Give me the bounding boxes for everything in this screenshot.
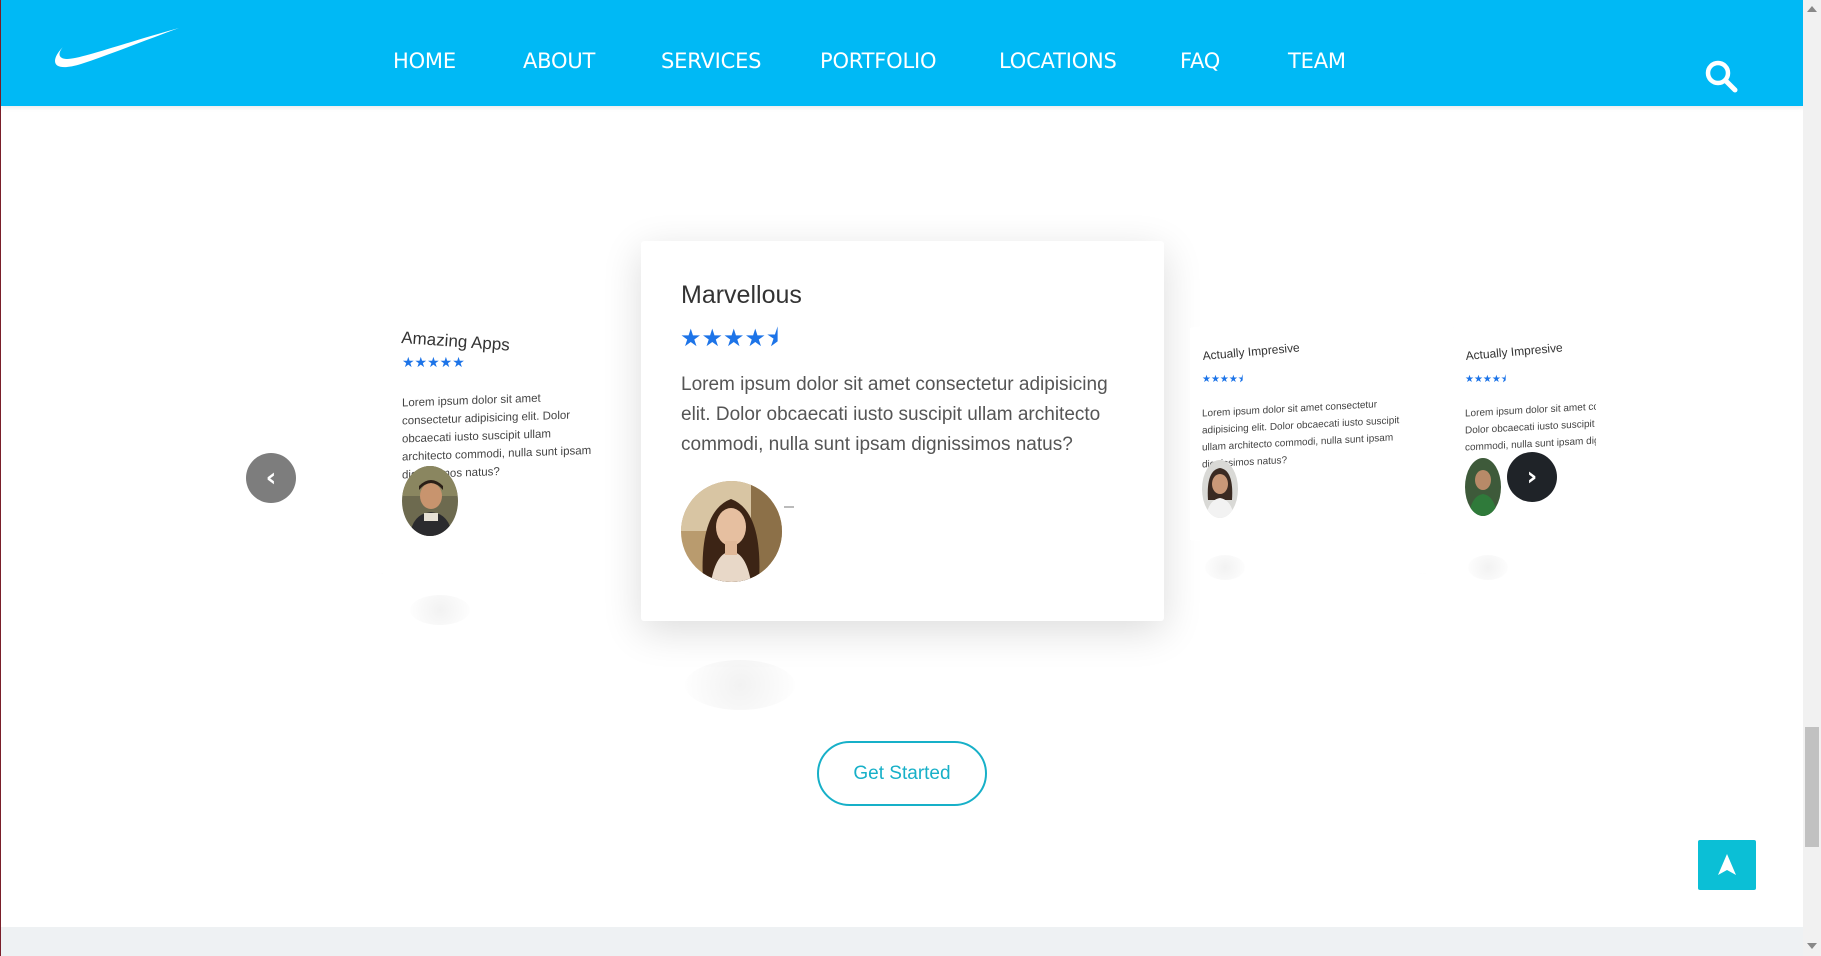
card-reflection [685,660,795,710]
divider [784,506,794,508]
testimonial-title: Marvellous [681,281,802,309]
testimonial-title: Actually Impresive [1202,340,1301,363]
arrow-up-icon [1718,854,1736,875]
testimonial-card[interactable]: Amazing Apps ★★★★★ Lorem ipsum dolor sit… [377,291,613,574]
scroll-down-icon[interactable] [1807,943,1817,949]
back-to-top-button[interactable] [1698,840,1756,890]
nav-portfolio[interactable]: PORTFOLIO [820,49,937,73]
star-rating: ★★★★⯨ [1202,374,1244,385]
nav-locations[interactable]: LOCATIONS [999,49,1117,73]
testimonial-title: Actually Impresive [1465,340,1564,363]
navbar: HOME ABOUT SERVICES PORTFOLIO LOCATIONS … [1,0,1803,106]
testimonial-text: Lorem ipsum dolor sit amet consectetur a… [1202,399,1400,471]
avatar [1465,458,1501,516]
footer-strip [1,927,1803,956]
avatar [1202,460,1238,518]
testimonial-text: Lorem ipsum dolor sit amet consectetur a… [681,374,1108,455]
carousel-next-button[interactable]: › [1507,452,1557,502]
scrollbar-thumb[interactable] [1805,727,1819,847]
get-started-button[interactable]: Get Started [817,741,987,806]
testimonial-carousel: Amazing Apps ★★★★★ Lorem ipsum dolor sit… [300,200,1596,720]
nav-faq[interactable]: FAQ [1180,49,1220,73]
nav-team[interactable]: TEAM [1288,49,1346,73]
testimonial-card[interactable]: Actually Impresive ★★★★⯨ Lorem ipsum dol… [1453,291,1596,574]
card-reflection [1205,555,1245,580]
chevron-left-icon: ‹ [265,463,277,493]
nav-home[interactable]: HOME [393,49,456,73]
avatar [681,481,782,582]
star-rating: ★★★★⯨ [680,325,779,352]
chevron-right-icon: › [1526,462,1538,492]
testimonial-card-active[interactable]: Marvellous ★★★★⯨ Lorem ipsum dolor sit a… [641,241,1164,621]
star-rating: ★★★★★ [402,354,465,370]
avatar [402,466,458,536]
card-reflection [1468,555,1508,580]
main-nav: HOME ABOUT SERVICES PORTFOLIO LOCATIONS … [1,49,1803,79]
page-border [0,0,1,956]
star-rating: ★★★★⯨ [1465,374,1507,385]
search-icon[interactable] [1704,59,1740,95]
nav-about[interactable]: ABOUT [523,49,595,73]
carousel-prev-button[interactable]: ‹ [246,453,296,503]
nav-services[interactable]: SERVICES [661,49,761,73]
scroll-up-icon[interactable] [1807,6,1817,12]
testimonial-title: Amazing Apps [400,328,511,355]
card-reflection [410,595,470,625]
testimonial-card[interactable]: Actually Impresive ★★★★⯨ Lorem ipsum dol… [1190,291,1426,574]
testimonial-text: Lorem ipsum dolor sit amet consectetur D… [1465,394,1596,456]
